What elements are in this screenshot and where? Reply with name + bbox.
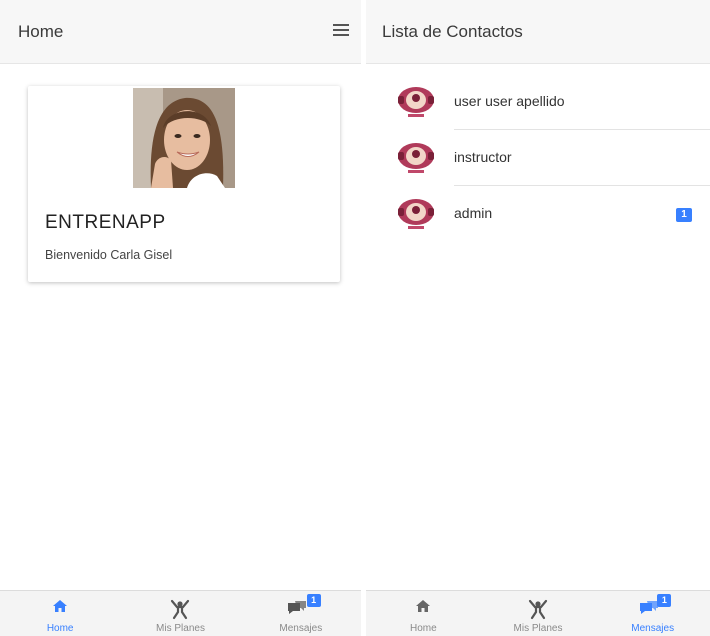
hamburger-menu-icon[interactable]	[333, 24, 349, 38]
home-icon	[53, 600, 68, 612]
page-title: Lista de Contactos	[382, 21, 523, 41]
tab-mensajes[interactable]: 1 Mensajes	[595, 591, 710, 636]
tab-home-label: Home	[409, 623, 437, 634]
page-title: Home	[18, 21, 64, 41]
profile-photo	[133, 88, 235, 188]
contacts-header: Lista de Contactos	[366, 0, 710, 64]
app-title: ENTRENAPP	[45, 212, 166, 233]
tab-mensajes-label: Mensajes	[631, 623, 675, 634]
tab-bar: Home Mis Planes 1 Mensajes	[366, 590, 710, 636]
list-item[interactable]: user user apellido	[366, 74, 710, 130]
gym-person-icon	[171, 599, 190, 620]
home-header: Home	[0, 0, 361, 64]
tab-bar: Home Mis Planes 1 Mensajes	[0, 590, 361, 636]
contact-name: instructor	[454, 149, 512, 165]
trainer-logo-icon	[398, 199, 434, 229]
home-screen: Home ENTRENAPP Bienvenido Carla Gisel Ho…	[0, 0, 361, 636]
gym-person-icon	[528, 599, 548, 620]
contact-list: user user apellido instructor admin 1	[366, 74, 710, 242]
tab-home[interactable]: Home	[0, 591, 120, 636]
tab-mis-planes-label: Mis Planes	[156, 623, 205, 634]
tab-home-label: Home	[46, 623, 74, 634]
trainer-logo-icon	[398, 143, 434, 173]
tab-mis-planes[interactable]: Mis Planes	[481, 591, 596, 636]
tab-mensajes-badge: 1	[657, 594, 672, 607]
home-icon	[416, 600, 431, 612]
welcome-message: Bienvenido Carla Gisel	[45, 248, 173, 262]
tab-mensajes[interactable]: 1 Mensajes	[241, 591, 361, 636]
tab-mensajes-label: Mensajes	[279, 623, 323, 634]
tab-mis-planes-label: Mis Planes	[513, 623, 563, 634]
list-item[interactable]: instructor	[366, 130, 710, 186]
tab-mensajes-badge: 1	[306, 594, 321, 607]
contacts-screen: Lista de Contactos user user apellido in…	[366, 0, 710, 636]
tab-mis-planes[interactable]: Mis Planes	[120, 591, 240, 636]
list-item[interactable]: admin 1	[366, 186, 710, 242]
trainer-logo-icon	[398, 87, 434, 117]
contact-name: admin	[454, 205, 493, 221]
tab-home[interactable]: Home	[366, 591, 481, 636]
unread-badge: 1	[676, 208, 692, 222]
welcome-card: ENTRENAPP Bienvenido Carla Gisel	[28, 86, 340, 282]
contact-name: user user apellido	[454, 93, 565, 109]
chat-bubbles-icon	[287, 601, 306, 614]
